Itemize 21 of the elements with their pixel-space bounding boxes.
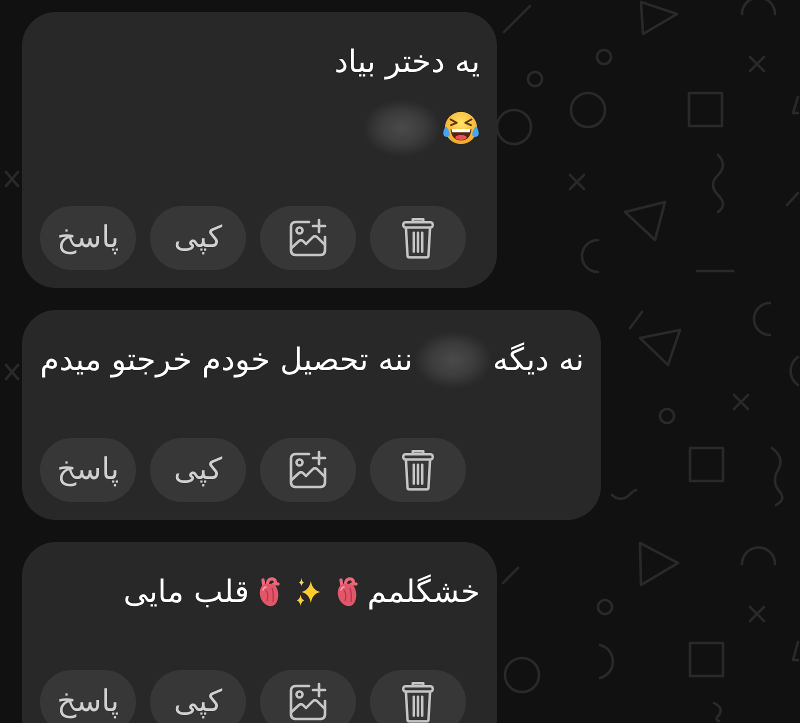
copy-button[interactable]: کپی (150, 438, 246, 502)
delete-button[interactable] (370, 670, 466, 723)
message-text: یه دختر بیاد (334, 44, 480, 80)
reply-button[interactable]: پاسخ (40, 438, 136, 502)
copy-button[interactable]: کپی (150, 670, 246, 723)
message-text: ننه تحصیل خودم خرجتو میدم (40, 342, 413, 378)
image-plus-icon (288, 218, 328, 258)
copy-button[interactable]: کپی (150, 206, 246, 270)
image-plus-icon (288, 450, 328, 490)
add-image-button[interactable] (260, 670, 356, 723)
sparkles-icon (294, 577, 322, 607)
trash-icon (401, 681, 435, 723)
laughing-emoji-icon (442, 109, 480, 147)
reply-button[interactable]: پاسخ (40, 206, 136, 270)
message-text: نه دیگه (492, 342, 584, 378)
image-plus-icon (288, 682, 328, 722)
reply-button[interactable]: پاسخ (40, 670, 136, 723)
message-text: قلب مایی (123, 574, 250, 610)
trash-icon (401, 217, 435, 259)
message-text: خشگلمم (367, 574, 480, 610)
trash-icon (401, 449, 435, 491)
